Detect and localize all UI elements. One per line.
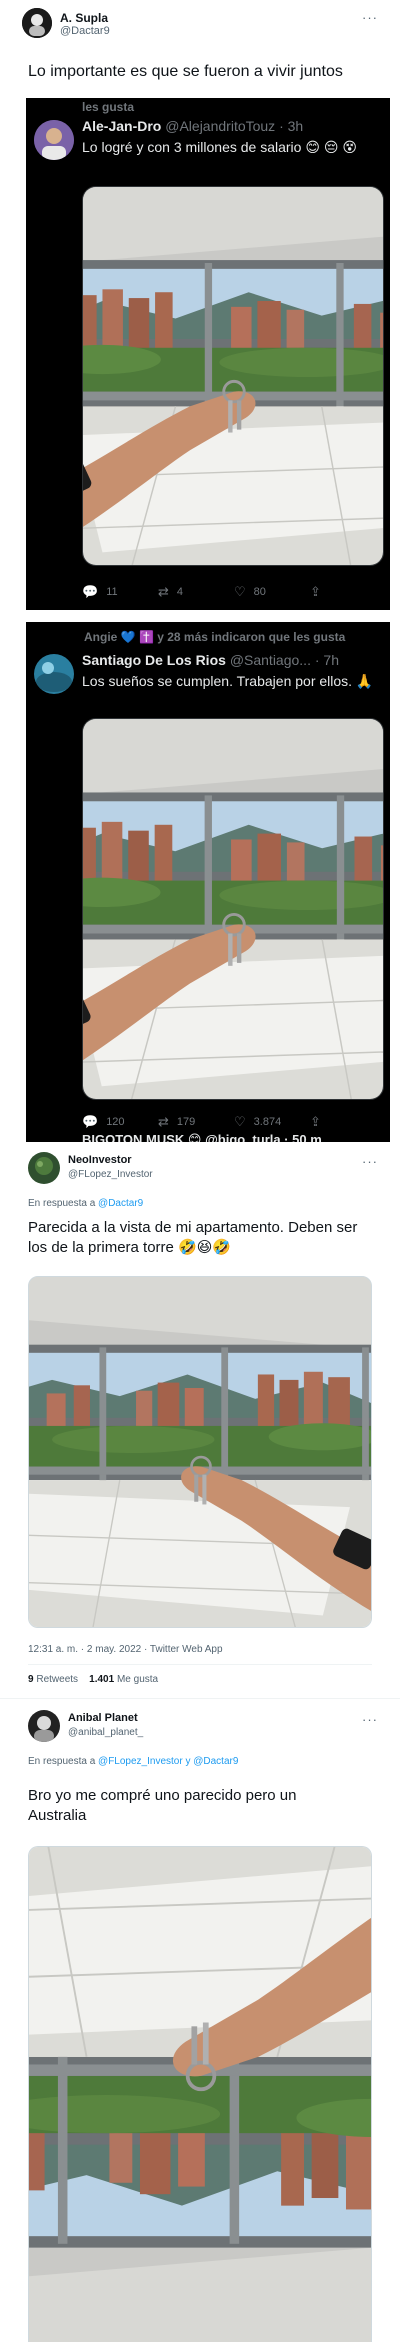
- reply-count: 120: [106, 1116, 125, 1128]
- apartment-photo: [29, 1277, 372, 1628]
- action-bar: 💬 11 ⇄ 4 ♡ 80 ⇪: [82, 584, 382, 600]
- share-action: ⇪: [310, 584, 321, 600]
- like-action: ♡ 3.874: [234, 1114, 281, 1130]
- tweet-text: Parecida a la vista de mi apartamento. D…: [28, 1219, 358, 1256]
- liked-by-line: Angie 💙 ✝️ y 28 más indicaron que les gu…: [84, 630, 346, 644]
- embedded-screenshot-2: Angie 💙 ✝️ y 28 más indicaron que les gu…: [26, 622, 390, 1142]
- tweet-photo: [82, 718, 384, 1100]
- more-options-icon[interactable]: ···: [362, 10, 378, 25]
- retweet-count: 179: [176, 1116, 196, 1128]
- retweet-action: ⇄ 179: [158, 1114, 195, 1130]
- reply-count: 11: [106, 586, 118, 598]
- avatar[interactable]: [28, 1710, 60, 1742]
- likes-label[interactable]: Me gusta: [117, 1674, 158, 1685]
- retweet-count: 4: [176, 586, 184, 598]
- share-action: ⇪: [310, 1114, 321, 1130]
- user-name[interactable]: A. Supla: [60, 11, 108, 25]
- avatar[interactable]: [22, 8, 52, 38]
- retweet-action: ⇄ 4: [158, 584, 183, 600]
- reply-context: En respuesta a @Dactar9: [28, 1198, 143, 1209]
- reply-action: 💬 11: [82, 584, 118, 600]
- embedded-screenshot-1: les gusta Ale-Jan-Dro @AlejandritoTouz ·…: [26, 98, 390, 610]
- next-tweet-peek: BIGOTON MUSK 😊 @bigo_turla · 50 m: [82, 1132, 322, 1142]
- user-handle[interactable]: @anibal_planet_: [68, 1727, 143, 1738]
- tweet-photo[interactable]: [28, 1846, 372, 2342]
- user-name: Santiago De Los Rios @Santiago... · 7h: [82, 652, 339, 668]
- divider: [0, 1698, 400, 1699]
- user-name[interactable]: NeoInvestor: [68, 1154, 132, 1166]
- user-name: Ale-Jan-Dro @AlejandritoTouz · 3h: [82, 118, 303, 134]
- retweets-label[interactable]: Retweets: [36, 1674, 78, 1685]
- user-handle: @AlejandritoTouz · 3h: [165, 118, 304, 134]
- avatar[interactable]: [28, 1152, 60, 1184]
- user-handle[interactable]: @Dactar9: [60, 25, 110, 37]
- reply-to-link[interactable]: @Dactar9: [98, 1198, 143, 1209]
- apartment-photo-upside-down: [29, 1847, 372, 2342]
- reply-prefix: En respuesta a: [28, 1756, 96, 1767]
- more-options-icon[interactable]: ···: [362, 1712, 378, 1727]
- display-name: Ale-Jan-Dro: [82, 118, 162, 134]
- reply-to-link[interactable]: @FLopez_Investor y @Dactar9: [98, 1756, 238, 1767]
- share-icon: ⇪: [310, 584, 321, 599]
- heart-icon: ♡: [234, 1114, 246, 1129]
- more-options-icon[interactable]: ···: [362, 1154, 378, 1169]
- retweet-icon: ⇄: [158, 1114, 169, 1129]
- tweet-text: Los sueños se cumplen. Trabajen por ello…: [82, 673, 374, 689]
- liked-by-line: les gusta: [82, 100, 135, 114]
- apartment-photo: [83, 187, 384, 566]
- reply-context: En respuesta a @FLopez_Investor y @Dacta…: [28, 1756, 238, 1767]
- user-name[interactable]: Anibal Planet: [68, 1712, 138, 1724]
- reply-prefix: En respuesta a: [28, 1198, 96, 1209]
- like-count: 80: [253, 586, 266, 598]
- reply-icon: 💬: [82, 584, 99, 599]
- tweet-text: Bro yo me compré uno parecido pero un Au…: [28, 1787, 297, 1824]
- likes-count[interactable]: 1.401: [89, 1674, 114, 1685]
- like-count: 3.874: [253, 1116, 282, 1128]
- retweet-icon: ⇄: [158, 584, 169, 599]
- like-action: ♡ 80: [234, 584, 266, 600]
- action-bar: 💬 120 ⇄ 179 ♡ 3.874 ⇪: [82, 1114, 382, 1130]
- avatar: [34, 654, 74, 694]
- reply-icon: 💬: [82, 1114, 99, 1129]
- tweet-text: Lo logré y con 3 millones de salario 😊 😔…: [82, 139, 357, 155]
- heart-icon: ♡: [234, 584, 246, 599]
- user-handle[interactable]: @FLopez_Investor: [68, 1169, 153, 1180]
- reply-action: 💬 120: [82, 1114, 125, 1130]
- avatar-image: [28, 1710, 60, 1742]
- share-icon: ⇪: [310, 1114, 321, 1129]
- display-name: Santiago De Los Rios: [82, 652, 226, 668]
- tweet-text: Lo importante es que se fueron a vivir j…: [28, 63, 343, 80]
- tweet-timestamp[interactable]: 12:31 a. m. · 2 may. 2022 · Twitter Web …: [28, 1644, 223, 1655]
- tweet-photo[interactable]: [28, 1276, 372, 1628]
- apartment-photo: [83, 719, 384, 1100]
- avatar-image: [34, 654, 74, 694]
- avatar-image: [22, 8, 52, 38]
- avatar: [34, 120, 74, 160]
- tweet-photo: [82, 186, 384, 566]
- user-handle: @Santiago... · 7h: [229, 652, 339, 668]
- engagement-stats: 9 Retweets 1.401 Me gusta: [28, 1674, 158, 1685]
- avatar-image: [28, 1152, 60, 1184]
- divider: [28, 1664, 372, 1665]
- avatar-image: [34, 120, 74, 160]
- retweets-count[interactable]: 9: [28, 1674, 34, 1685]
